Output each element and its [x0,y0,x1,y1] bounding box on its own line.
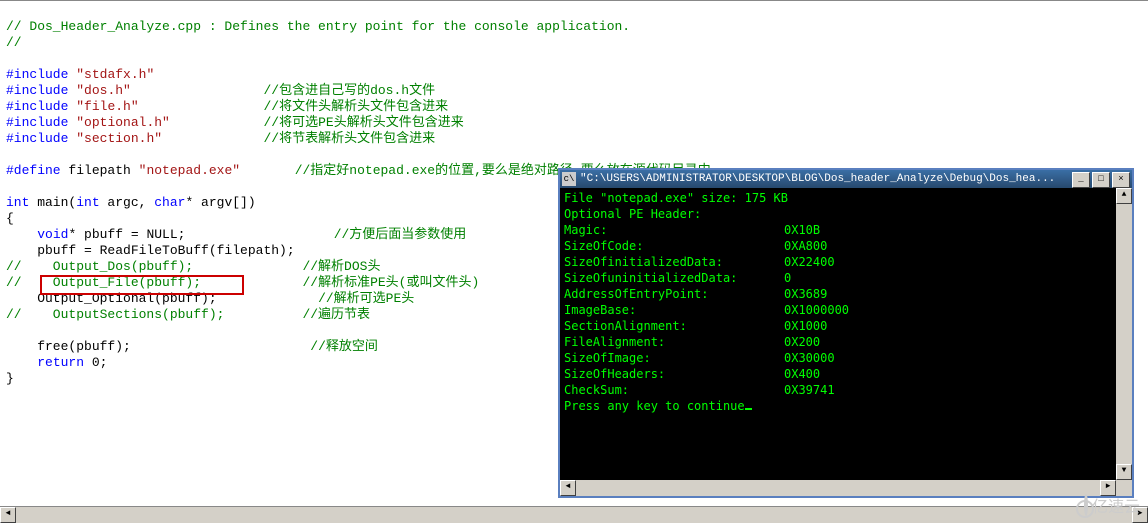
console-hscroll[interactable]: ◄ ► [560,480,1116,496]
close-button[interactable]: × [1112,172,1130,188]
comment: // OutputSections(pbuff); [6,307,224,322]
minimize-button[interactable]: _ [1072,172,1090,188]
cursor-icon [745,408,752,410]
comment: //将节表解析头文件包含进来 [263,131,435,146]
preproc: #include [6,67,68,82]
macro: filepath [68,163,130,178]
comment: // [6,35,22,50]
string: "stdafx.h" [76,67,154,82]
watermark: 亿速云 [1084,493,1140,517]
string: "notepad.exe" [139,163,240,178]
console-titlebar[interactable]: c\ "C:\USERS\ADMINISTRATOR\DESKTOP\BLOG\… [560,170,1132,188]
preproc: #include [6,115,68,130]
console-row: SizeOfuninitializedData:0 [564,270,1128,286]
console-row: Magic:0X10B [564,222,1128,238]
scroll-left-button[interactable]: ◄ [560,480,576,496]
console-row: FileAlignment:0X200 [564,334,1128,350]
comment: //包含进自己写的dos.h文件 [263,83,435,98]
preproc: #include [6,83,68,98]
comment: // Dos_Header_Analyze.cpp : Defines the … [6,19,630,34]
keyword: return [37,355,84,370]
console-row: SizeOfImage:0X30000 [564,350,1128,366]
preproc: #include [6,99,68,114]
comment: //方便后面当参数使用 [334,227,467,242]
preproc: #include [6,131,68,146]
console-output: File "notepad.exe" size: 175 KBOptional … [560,188,1132,416]
console-row: CheckSum:0X39741 [564,382,1128,398]
cmd-icon: c\ [562,172,576,186]
comment: //将可选PE头解析头文件包含进来 [263,115,463,130]
comment: // Output_File(pbuff); [6,275,201,290]
console-title-text: "C:\USERS\ADMINISTRATOR\DESKTOP\BLOG\Dos… [580,173,1055,185]
string: "dos.h" [76,83,131,98]
keyword: void [37,227,68,242]
console-row: SizeOfinitializedData:0X22400 [564,254,1128,270]
active-call: Output_Optional(pbuff); [6,291,217,306]
scroll-left-button[interactable]: ◄ [0,507,16,523]
scroll-down-button[interactable]: ▼ [1116,464,1132,480]
maximize-button[interactable]: □ [1092,172,1110,188]
string: "optional.h" [76,115,170,130]
string: "file.h" [76,99,138,114]
console-row: SectionAlignment:0X1000 [564,318,1128,334]
console-row: AddressOfEntryPoint:0X3689 [564,286,1128,302]
scroll-up-button[interactable]: ▲ [1116,188,1132,204]
console-window[interactable]: c\ "C:\USERS\ADMINISTRATOR\DESKTOP\BLOG\… [558,168,1134,498]
keyword: int [6,195,29,210]
console-row: SizeOfCode:0XA800 [564,238,1128,254]
comment: //将文件头解析头文件包含进来 [263,99,448,114]
console-row: SizeOfHeaders:0X400 [564,366,1128,382]
console-vscroll[interactable]: ▲ ▼ [1116,188,1132,480]
comment: // Output_Dos(pbuff); [6,259,193,274]
console-row: ImageBase:0X1000000 [564,302,1128,318]
preproc: #define [6,163,61,178]
editor-hscroll[interactable]: ◄ ► [0,506,1148,523]
string: "section.h" [76,131,162,146]
